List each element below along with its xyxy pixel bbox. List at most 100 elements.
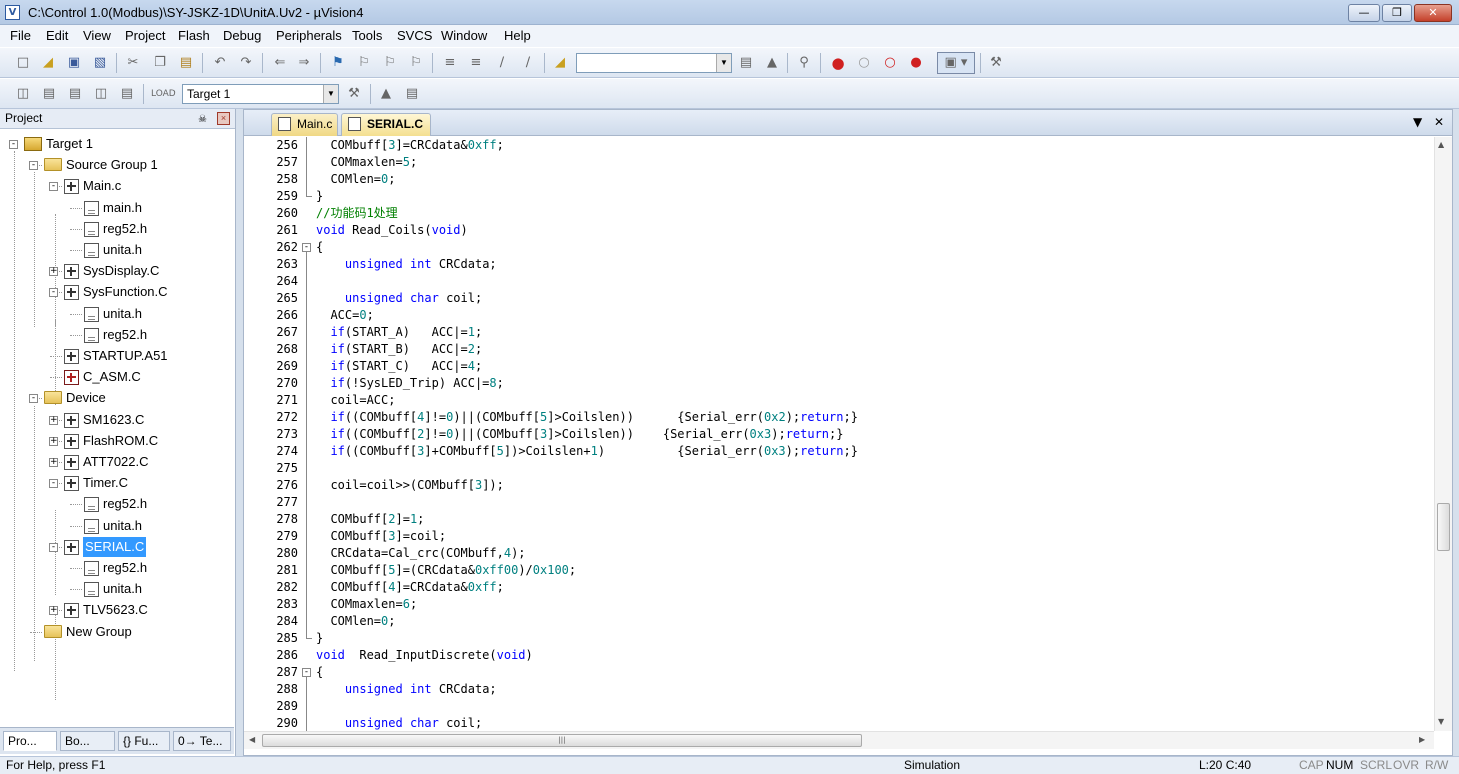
new-file-icon[interactable]: □ bbox=[15, 55, 31, 71]
tree-item[interactable]: unita.h bbox=[103, 304, 142, 324]
chevron-down-icon[interactable]: ▼ bbox=[716, 54, 731, 72]
tree-item[interactable]: Main.c bbox=[83, 176, 121, 196]
vertical-scroll-thumb[interactable] bbox=[1437, 503, 1450, 551]
restore-button[interactable]: ❒ bbox=[1382, 4, 1412, 22]
tab-project[interactable]: Pro... bbox=[3, 731, 57, 751]
collapse-icon[interactable]: - bbox=[49, 288, 58, 298]
next-bookmark-icon[interactable]: ⚐ bbox=[382, 55, 398, 71]
build-icon[interactable]: ▤ bbox=[41, 86, 57, 102]
tree-item[interactable]: TLV5623.C bbox=[83, 600, 148, 620]
fold-gutter[interactable]: - bbox=[300, 239, 314, 256]
fold-gutter[interactable]: - bbox=[300, 664, 314, 681]
close-icon[interactable]: × bbox=[217, 112, 230, 125]
pin-icon[interactable]: ☠ bbox=[198, 110, 207, 129]
code-line[interactable]: 266 ACC=0; bbox=[244, 307, 1434, 324]
minimize-button[interactable]: — bbox=[1348, 4, 1380, 22]
scroll-left-icon[interactable]: ◀ bbox=[249, 735, 255, 744]
disable-all-breakpoints-icon[interactable]: ○ bbox=[882, 55, 898, 71]
disable-breakpoint-icon[interactable]: ○ bbox=[856, 55, 872, 71]
code-line[interactable]: 275 bbox=[244, 460, 1434, 477]
save-all-icon[interactable]: ▧ bbox=[92, 55, 108, 71]
stop-build-icon[interactable]: ▤ bbox=[119, 86, 135, 102]
save-icon[interactable]: ▣ bbox=[66, 55, 82, 71]
nav-forward-icon[interactable]: ⇒ bbox=[296, 55, 312, 71]
tab-books[interactable]: Bo... bbox=[60, 731, 115, 751]
code-line[interactable]: 272 if((COMbuff[4]!=0)||(COMbuff[5]>Coil… bbox=[244, 409, 1434, 426]
code-line[interactable]: 284 COMlen=0; bbox=[244, 613, 1434, 630]
paste-icon[interactable]: ▤ bbox=[178, 55, 194, 71]
chevron-down-icon[interactable]: ▼ bbox=[323, 85, 338, 103]
expand-icon[interactable]: + bbox=[49, 436, 58, 446]
code-line[interactable]: 270 if(!SysLED_Trip) ACC|=8; bbox=[244, 375, 1434, 392]
nav-back-icon[interactable]: ⇐ bbox=[272, 55, 288, 71]
code-line[interactable]: 261 void Read_Coils(void) bbox=[244, 222, 1434, 239]
code-line[interactable]: 256 COMbuff[3]=CRCdata&0xff; bbox=[244, 137, 1434, 154]
menu-tools[interactable]: Tools bbox=[352, 28, 382, 43]
code-line[interactable]: 271 coil=ACC; bbox=[244, 392, 1434, 409]
tree-item[interactable]: main.h bbox=[103, 198, 142, 218]
tree-item[interactable]: SysFunction.C bbox=[83, 282, 168, 302]
code-line[interactable]: 289 bbox=[244, 698, 1434, 715]
uncomment-icon[interactable]: ∕ bbox=[520, 55, 536, 71]
file-extensions-icon[interactable]: ▲ bbox=[378, 86, 394, 102]
redo-icon[interactable]: ↷ bbox=[238, 55, 254, 71]
horizontal-scroll-thumb[interactable]: ||| bbox=[262, 734, 862, 747]
tree-item[interactable]: ATT7022.C bbox=[83, 452, 149, 472]
menu-peripherals[interactable]: Peripherals bbox=[276, 28, 342, 43]
code-line[interactable]: 262-{ bbox=[244, 239, 1434, 256]
configure-icon[interactable]: ⚒ bbox=[988, 55, 1004, 71]
horizontal-scrollbar[interactable]: ◀ ||| ▶ bbox=[244, 731, 1434, 749]
tree-item[interactable]: SysDisplay.C bbox=[83, 261, 159, 281]
kill-breakpoints-icon[interactable]: ● bbox=[908, 55, 924, 71]
tree-item[interactable]: STARTUP.A51 bbox=[83, 346, 168, 366]
code-line[interactable]: 257 COMmaxlen=5; bbox=[244, 154, 1434, 171]
copy-icon[interactable]: ❐ bbox=[152, 55, 168, 71]
translate-icon[interactable]: ◫ bbox=[15, 86, 31, 102]
undo-icon[interactable]: ↶ bbox=[212, 55, 228, 71]
menu-view[interactable]: View bbox=[83, 28, 111, 43]
tab-templates[interactable]: 0→ Te... bbox=[173, 731, 231, 751]
menu-file[interactable]: File bbox=[10, 28, 31, 43]
tree-item[interactable]: Target 1 bbox=[46, 134, 93, 154]
menu-project[interactable]: Project bbox=[125, 28, 165, 43]
code-line[interactable]: 283 COMmaxlen=6; bbox=[244, 596, 1434, 613]
tree-item[interactable]: unita.h bbox=[103, 240, 142, 260]
find-in-files-icon[interactable]: ◢ bbox=[552, 55, 568, 71]
open-folder-icon[interactable]: ◢ bbox=[40, 55, 56, 71]
window-layout-icon[interactable]: ▣ ▾ bbox=[937, 52, 975, 74]
tree-item[interactable]: Timer.C bbox=[83, 473, 128, 493]
code-line[interactable]: 281 COMbuff[5]=(CRCdata&0xff00)/0x100; bbox=[244, 562, 1434, 579]
code-line[interactable]: 269 if(START_C) ACC|=4; bbox=[244, 358, 1434, 375]
manage-multi-project-icon[interactable]: ▤ bbox=[404, 86, 420, 102]
scroll-down-icon[interactable]: ▼ bbox=[1438, 717, 1444, 726]
code-line[interactable]: 264 bbox=[244, 273, 1434, 290]
incremental-find-icon[interactable]: ▲ bbox=[764, 55, 780, 71]
tree-item[interactable]: reg52.h bbox=[103, 494, 147, 514]
code-line[interactable]: 282 COMbuff[4]=CRCdata&0xff; bbox=[244, 579, 1434, 596]
tree-item[interactable]: reg52.h bbox=[103, 219, 147, 239]
tree-item[interactable]: unita.h bbox=[103, 579, 142, 599]
bookmark-icon[interactable]: ⚑ bbox=[330, 55, 346, 71]
menu-debug[interactable]: Debug bbox=[223, 28, 261, 43]
scroll-up-icon[interactable]: ▲ bbox=[1438, 140, 1444, 149]
menu-window[interactable]: Window bbox=[441, 28, 487, 43]
indent-icon[interactable]: ≡ bbox=[442, 55, 458, 71]
code-line[interactable]: 285} bbox=[244, 630, 1434, 647]
prev-bookmark-icon[interactable]: ⚐ bbox=[356, 55, 372, 71]
expand-icon[interactable]: + bbox=[49, 267, 58, 277]
code-line[interactable]: 265 unsigned char coil; bbox=[244, 290, 1434, 307]
code-line[interactable]: 279 COMbuff[3]=coil; bbox=[244, 528, 1434, 545]
code-line[interactable]: 267 if(START_A) ACC|=1; bbox=[244, 324, 1434, 341]
editor-tab-serial-c[interactable]: SERIAL.C bbox=[341, 113, 431, 136]
download-icon[interactable]: LOAD bbox=[151, 86, 176, 102]
target-combo[interactable]: Target 1 ▼ bbox=[182, 84, 339, 104]
collapse-icon[interactable]: - bbox=[302, 243, 311, 252]
collapse-icon[interactable]: - bbox=[29, 394, 38, 404]
collapse-icon[interactable]: - bbox=[49, 182, 58, 192]
code-line[interactable]: 277 bbox=[244, 494, 1434, 511]
tree-item[interactable]: reg52.h bbox=[103, 325, 147, 345]
code-line[interactable]: 258 COMlen=0; bbox=[244, 171, 1434, 188]
editor-tab-main-c[interactable]: Main.c bbox=[271, 113, 338, 136]
batch-build-icon[interactable]: ◫ bbox=[93, 86, 109, 102]
menu-edit[interactable]: Edit bbox=[46, 28, 68, 43]
